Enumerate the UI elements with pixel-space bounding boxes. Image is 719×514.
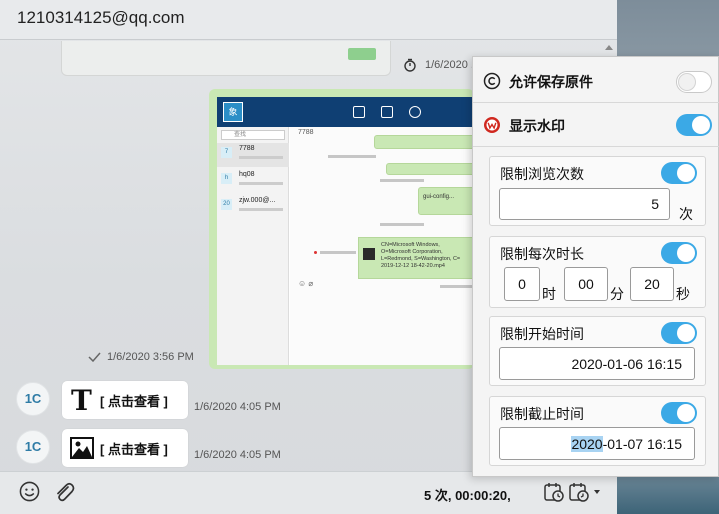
mini-timestamp bbox=[440, 285, 474, 288]
emoji-icon[interactable] bbox=[19, 481, 40, 502]
mini-timestamp bbox=[380, 179, 424, 182]
text-message-card[interactable]: T [ 点击查看 ] bbox=[62, 381, 188, 419]
mini-timestamp bbox=[328, 155, 376, 158]
view-link: [ 点击查看 ] bbox=[100, 393, 168, 409]
mini-user-icon bbox=[409, 106, 421, 118]
view-count-input[interactable]: 5 bbox=[499, 188, 670, 220]
image-icon bbox=[70, 437, 94, 459]
schedule-icon[interactable] bbox=[543, 481, 565, 503]
minutes-input[interactable]: 00 bbox=[564, 267, 608, 301]
avatar[interactable]: 1C bbox=[16, 430, 50, 464]
mini-app-logo: 象 bbox=[223, 102, 243, 122]
start-time-group: 限制开始时间 2020-01-06 16:15 bbox=[489, 316, 706, 386]
duration-title: 限制每次时长 bbox=[500, 246, 584, 262]
mini-bubble bbox=[386, 163, 477, 175]
mini-video-icon bbox=[363, 248, 375, 260]
allow-save-toggle[interactable] bbox=[676, 71, 712, 93]
image-message-bubble[interactable]: 象 查找 7 7788 h hq08 20 zjw.000@... 7788 g… bbox=[209, 89, 477, 369]
watermark-label: 显示水印 bbox=[509, 118, 565, 134]
end-time-rest: -01-07 16:15 bbox=[602, 436, 682, 452]
hours-unit: 时 bbox=[542, 286, 556, 302]
end-time-input[interactable]: 2020-01-07 16:15 bbox=[499, 427, 695, 460]
view-count-toggle[interactable] bbox=[661, 162, 697, 184]
mini-video-bubble: CN=Microsoft Windows, O=Microsoft Corpor… bbox=[358, 237, 477, 279]
hours-input[interactable]: 0 bbox=[504, 267, 540, 301]
mini-contacts-icon bbox=[381, 106, 393, 118]
mini-status-dot bbox=[314, 251, 317, 254]
previous-message-time: 1/6/2020 ... bbox=[403, 58, 480, 72]
burn-timer-dropdown-icon[interactable] bbox=[568, 481, 602, 503]
limit-summary: 5 次, 00:00:20, bbox=[424, 488, 511, 503]
mini-chat-icon bbox=[353, 106, 365, 118]
mini-toolbar: ☺ ⌀ bbox=[298, 279, 314, 288]
end-time-group: 限制截止时间 2020-01-07 16:15 bbox=[489, 396, 706, 466]
mini-timestamp bbox=[380, 223, 424, 226]
bubble-green-mark bbox=[348, 48, 376, 60]
seconds-unit: 秒 bbox=[676, 286, 690, 302]
copyright-icon bbox=[483, 72, 501, 90]
watermark-row[interactable]: 显示水印 bbox=[473, 103, 719, 147]
mini-contact: 7 7788 bbox=[217, 143, 289, 167]
start-time-input[interactable]: 2020-01-06 16:15 bbox=[499, 347, 695, 380]
start-time-title: 限制开始时间 bbox=[500, 326, 584, 342]
image-message-card[interactable]: [ 点击查看 ] bbox=[62, 429, 188, 467]
mini-contact: 20 zjw.000@... bbox=[217, 195, 289, 219]
mini-bubble bbox=[374, 135, 477, 149]
view-count-title: 限制浏览次数 bbox=[500, 166, 584, 182]
message-restriction-panel: 允许保存原件 显示水印 限制浏览次数 5 次 限制每次时长 0 时 00 分 2… bbox=[472, 56, 719, 477]
duration-group: 限制每次时长 0 时 00 分 20 秒 bbox=[489, 236, 706, 308]
end-time-title: 限制截止时间 bbox=[500, 406, 584, 422]
mini-search: 查找 bbox=[221, 130, 285, 140]
minutes-unit: 分 bbox=[610, 286, 624, 302]
watermark-icon bbox=[484, 117, 500, 133]
mini-app-header: 象 bbox=[217, 97, 477, 127]
avatar[interactable]: 1C bbox=[16, 382, 50, 416]
mini-sidebar: 查找 7 7788 h hq08 20 zjw.000@... bbox=[217, 127, 289, 365]
allow-save-label: 允许保存原件 bbox=[509, 74, 593, 90]
image-time-text: 1/6/2020 3:56 PM bbox=[107, 351, 194, 363]
seconds-input[interactable]: 20 bbox=[630, 267, 674, 301]
contact-title: 1210314125@qq.com bbox=[17, 8, 185, 27]
view-count-group: 限制浏览次数 5 次 bbox=[489, 156, 706, 226]
screenshot-image: 象 查找 7 7788 h hq08 20 zjw.000@... 7788 g… bbox=[217, 97, 477, 365]
text-type-icon: T bbox=[71, 387, 92, 413]
image-message-time: 1/6/2020 3:56 PM bbox=[88, 351, 194, 363]
mini-chat-area: 7788 gui-config... CN=Microsoft Windows,… bbox=[290, 127, 477, 365]
allow-save-row[interactable]: 允许保存原件 bbox=[473, 59, 719, 103]
scroll-up-arrow[interactable] bbox=[605, 45, 613, 50]
mini-timestamp bbox=[320, 251, 356, 254]
view-link: [ 点击查看 ] bbox=[100, 441, 168, 457]
message-time: 1/6/2020 4:05 PM bbox=[194, 449, 281, 461]
mini-contact: h hq08 bbox=[217, 169, 289, 193]
previous-message-bubble[interactable] bbox=[61, 41, 391, 76]
timer-icon bbox=[404, 58, 416, 72]
check-icon bbox=[88, 352, 101, 362]
end-time-toggle[interactable] bbox=[661, 402, 697, 424]
chat-header: 1210314125@qq.com bbox=[0, 0, 617, 40]
composer-bar: 5 次, 00:00:20, bbox=[0, 471, 617, 514]
mini-chat-title: 7788 bbox=[298, 129, 314, 136]
svg-text:T: T bbox=[71, 387, 92, 413]
selected-text: 2020 bbox=[571, 436, 603, 452]
view-count-unit: 次 bbox=[679, 206, 693, 222]
mini-file-bubble: gui-config... bbox=[418, 187, 477, 215]
attachment-icon[interactable] bbox=[53, 481, 75, 503]
duration-toggle[interactable] bbox=[661, 242, 697, 264]
start-time-toggle[interactable] bbox=[661, 322, 697, 344]
watermark-toggle[interactable] bbox=[676, 114, 712, 136]
message-time: 1/6/2020 4:05 PM bbox=[194, 401, 281, 413]
